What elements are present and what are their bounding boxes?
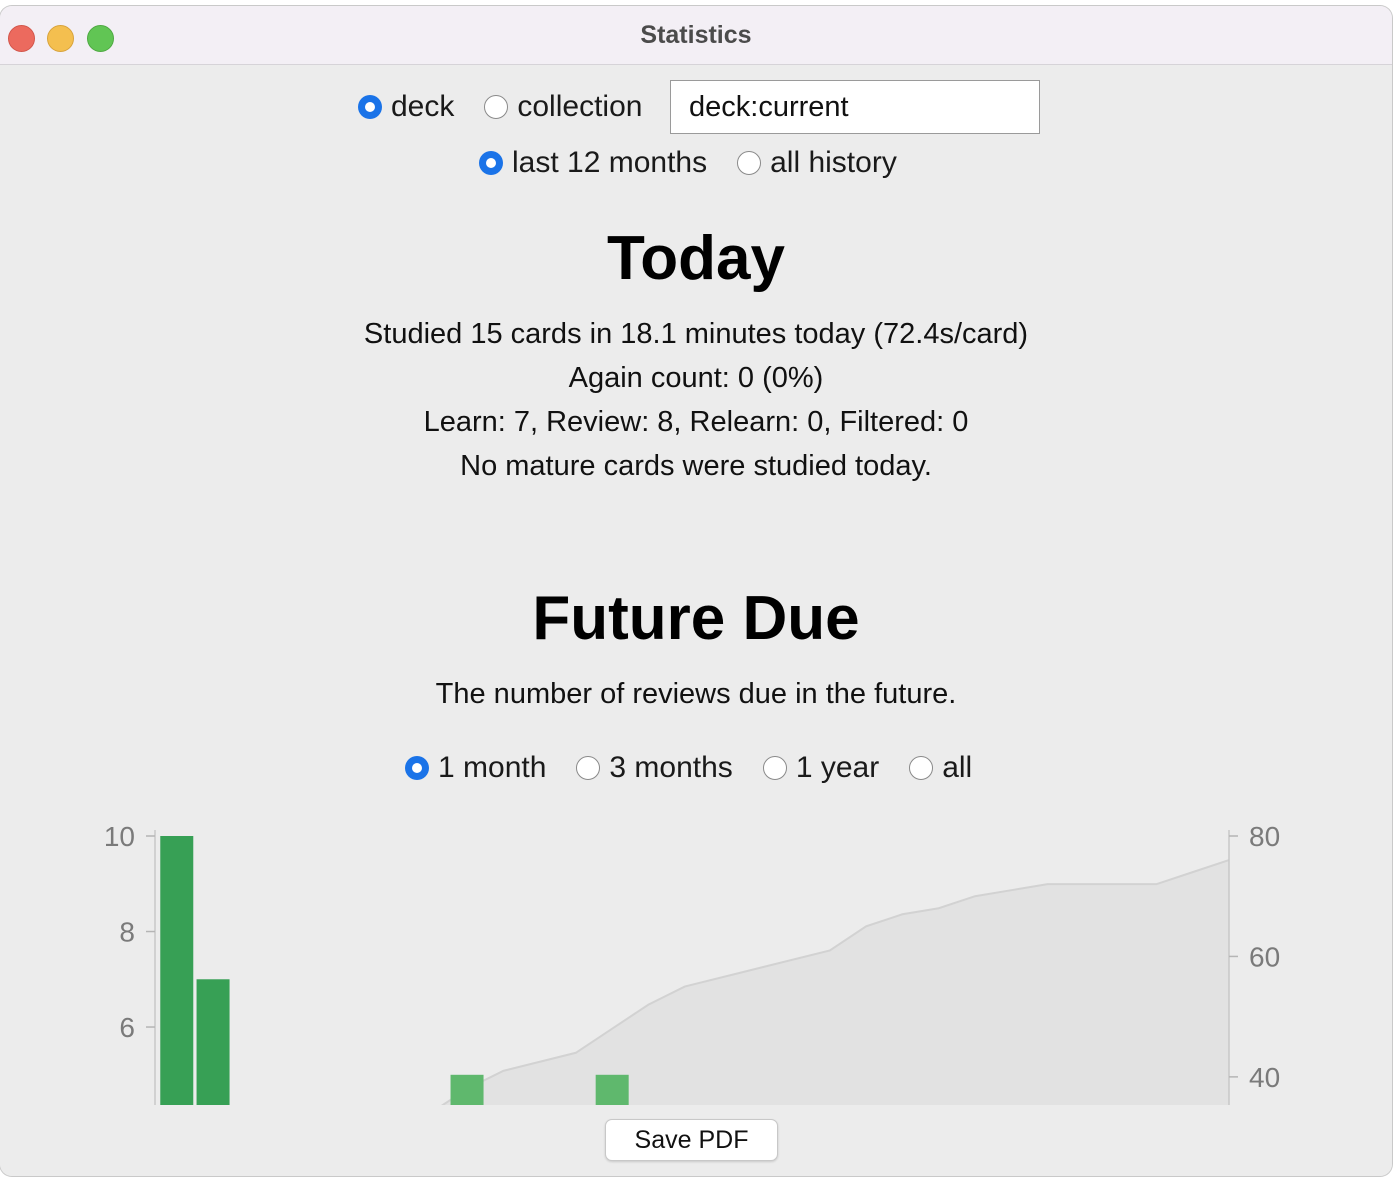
statistics-window: Statistics deck collection last 12 month… [0, 6, 1392, 1176]
today-breakdown-line: Learn: 7, Review: 8, Relearn: 0, Filtere… [423, 406, 969, 438]
deck-search-input[interactable] [670, 80, 1040, 134]
period-option-label: last 12 months [512, 146, 708, 179]
radio-selected-icon[interactable] [405, 756, 429, 780]
bar-day-13 [595, 1074, 629, 1105]
scope-option-deck[interactable]: deck [358, 90, 454, 124]
range-option-label: all [942, 751, 973, 784]
right-tick-label: 80 [1249, 821, 1280, 852]
today-again-line: Again count: 0 (0%) [568, 362, 824, 394]
bottom-bar: Save PDF [0, 1105, 1392, 1176]
left-tick-label: 6 [119, 1012, 135, 1043]
future-due-chart: 6 8 10 40 60 80 [104, 821, 1280, 1105]
radio-selected-icon[interactable] [479, 151, 503, 175]
range-option-1-year[interactable]: 1 year [762, 751, 880, 785]
range-option-all[interactable]: all [909, 751, 972, 785]
bar-day-9 [450, 1074, 484, 1105]
cumulative-area [442, 860, 1229, 1105]
range-option-1-month[interactable]: 1 month [405, 751, 546, 785]
period-option-all-history[interactable]: all history [737, 146, 897, 180]
right-tick-label: 40 [1249, 1062, 1280, 1093]
scope-radio-group: deck collection [358, 90, 642, 124]
today-mature-line: No mature cards were studied today. [460, 450, 932, 482]
period-option-last-12-months[interactable]: last 12 months [479, 146, 707, 180]
background-window-edge [1392, 185, 1398, 345]
radio-unselected-icon[interactable] [737, 151, 762, 175]
scope-option-label: collection [517, 90, 643, 123]
bar-day-2 [196, 979, 230, 1105]
title-bar: Statistics [0, 6, 1392, 65]
save-pdf-button[interactable]: Save PDF [605, 1119, 778, 1161]
today-studied-line: Studied 15 cards in 18.1 minutes today (… [363, 318, 1029, 350]
left-tick-label: 10 [104, 821, 135, 852]
radio-unselected-icon[interactable] [576, 756, 601, 780]
bar-day-1 [160, 836, 194, 1105]
range-option-label: 1 year [795, 751, 880, 784]
range-option-label: 1 month [438, 751, 547, 784]
future-due-heading: Future Due [532, 584, 860, 653]
window-title: Statistics [640, 21, 752, 49]
period-option-label: all history [770, 146, 897, 179]
right-tick-label: 60 [1249, 941, 1280, 972]
radio-unselected-icon[interactable] [762, 756, 787, 780]
stats-content: deck collection last 12 months all histo… [0, 65, 1392, 1105]
today-heading: Today [607, 224, 785, 293]
scope-option-label: deck [391, 90, 455, 123]
radio-unselected-icon[interactable] [909, 756, 934, 780]
future-range-radio-group: 1 month 3 months 1 year all [405, 751, 972, 785]
range-option-label: 3 months [609, 751, 733, 784]
range-option-3-months[interactable]: 3 months [576, 751, 733, 785]
radio-selected-icon[interactable] [358, 95, 382, 119]
scope-option-collection[interactable]: collection [484, 90, 642, 124]
period-radio-group: last 12 months all history [479, 146, 897, 180]
radio-unselected-icon[interactable] [484, 95, 509, 119]
future-due-subtitle: The number of reviews due in the future. [435, 678, 957, 710]
left-tick-label: 8 [119, 917, 135, 948]
